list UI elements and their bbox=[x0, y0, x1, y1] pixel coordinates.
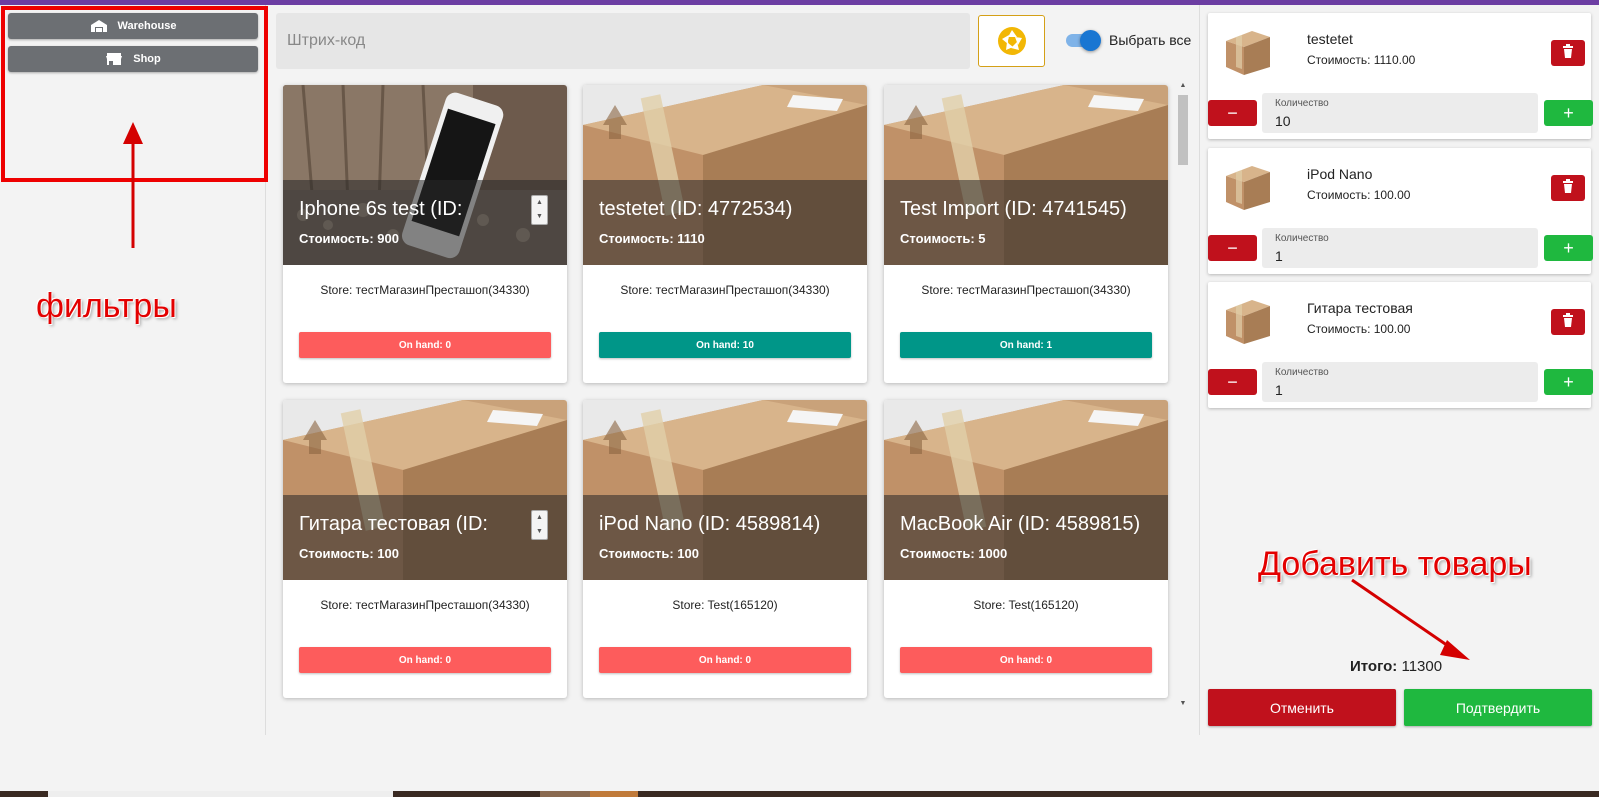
on-hand-badge: On hand: 0 bbox=[599, 647, 851, 673]
on-hand-badge: On hand: 1 bbox=[900, 332, 1152, 358]
decrease-quantity-button[interactable]: − bbox=[1208, 100, 1257, 126]
cart-item: iPod Nano Стоимость: 100.00 − Количество… bbox=[1208, 148, 1593, 274]
trash-icon bbox=[1561, 312, 1575, 332]
product-title: iPod Nano (ID: 4589814) bbox=[599, 513, 821, 535]
product-store: Store: Test(165120) bbox=[973, 598, 1079, 612]
shop-filter-button[interactable]: Shop bbox=[8, 46, 258, 72]
title-scroll-stepper[interactable]: ▲ ▼ bbox=[531, 195, 548, 225]
product-price: Стоимость: 100 bbox=[599, 546, 699, 561]
product-store: Store: тестМагазинПресташоп(34330) bbox=[620, 283, 830, 297]
increase-quantity-button[interactable]: + bbox=[1544, 369, 1593, 395]
quantity-value[interactable]: 1 bbox=[1275, 248, 1283, 264]
total-label: Итого: bbox=[1350, 658, 1398, 675]
delete-item-button[interactable] bbox=[1551, 40, 1585, 66]
product-card[interactable]: testetet (ID: 4772534) Стоимость: 1110 S… bbox=[583, 85, 867, 383]
cart-item: testetet Стоимость: 1110.00 − Количество… bbox=[1208, 13, 1593, 139]
select-all-toggle[interactable] bbox=[1066, 30, 1101, 51]
product-store: Store: Test(165120) bbox=[672, 598, 778, 612]
quantity-field[interactable]: Количество 1 bbox=[1262, 228, 1538, 268]
delete-item-button[interactable] bbox=[1551, 175, 1585, 201]
product-title: MacBook Air (ID: 4589815) bbox=[900, 513, 1141, 535]
product-card[interactable]: Гитара тестовая (ID: Стоимость: 100 ▲ ▼ S… bbox=[283, 400, 567, 698]
product-card[interactable]: Iphone 6s test (ID: Стоимость: 900 ▲ ▼ St… bbox=[283, 85, 567, 383]
store-icon bbox=[106, 53, 123, 65]
product-store: Store: тестМагазинПресташоп(34330) bbox=[320, 283, 530, 297]
product-price: Стоимость: 1110 bbox=[599, 231, 705, 246]
product-price: Стоимость: 100 bbox=[299, 546, 399, 561]
product-store: Store: тестМагазинПресташоп(34330) bbox=[921, 283, 1131, 297]
shop-filter-label: Shop bbox=[133, 53, 161, 65]
cart-total: Итого: 11300 bbox=[1350, 658, 1442, 675]
warehouse-icon bbox=[90, 20, 107, 32]
product-grid: Iphone 6s test (ID: Стоимость: 900 ▲ ▼ St… bbox=[283, 85, 1173, 705]
trash-icon bbox=[1561, 178, 1575, 198]
quantity-value[interactable]: 1 bbox=[1275, 382, 1283, 398]
product-title: Test Import (ID: 4741545) bbox=[900, 198, 1127, 220]
cart-item-name: testetet bbox=[1307, 31, 1353, 47]
cart-item-price: Стоимость: 100.00 bbox=[1307, 322, 1411, 336]
quantity-label: Количество bbox=[1275, 233, 1329, 244]
barcode-search-field[interactable] bbox=[276, 13, 970, 69]
quantity-field[interactable]: Количество 1 bbox=[1262, 362, 1538, 402]
increase-quantity-button[interactable]: + bbox=[1544, 235, 1593, 261]
trash-icon bbox=[1561, 43, 1575, 63]
confirm-button[interactable]: Подтвердить bbox=[1404, 689, 1592, 726]
decrease-quantity-button[interactable]: − bbox=[1208, 369, 1257, 395]
increase-quantity-button[interactable]: + bbox=[1544, 100, 1593, 126]
camera-aperture-icon bbox=[997, 27, 1026, 55]
product-title: Гитара тестовая (ID: bbox=[299, 513, 488, 535]
cart-item-name: Гитара тестовая bbox=[1307, 300, 1413, 316]
add-products-annotation: Добавить товары bbox=[1258, 545, 1532, 583]
scrollbar-thumb[interactable] bbox=[1178, 95, 1188, 165]
quantity-value[interactable]: 10 bbox=[1275, 113, 1291, 129]
taskbar-strip bbox=[0, 791, 1599, 797]
product-title: Iphone 6s test (ID: bbox=[299, 198, 463, 220]
select-all-label: Выбрать все bbox=[1109, 32, 1192, 48]
delete-item-button[interactable] bbox=[1551, 309, 1585, 335]
filters-annotation: фильтры bbox=[36, 287, 177, 325]
title-scroll-stepper[interactable]: ▲ ▼ bbox=[531, 510, 548, 540]
product-card[interactable]: Test Import (ID: 4741545) Стоимость: 5 S… bbox=[884, 85, 1168, 383]
cart-item-price: Стоимость: 1110.00 bbox=[1307, 53, 1416, 67]
product-price: Стоимость: 5 bbox=[900, 231, 986, 246]
cancel-button[interactable]: Отменить bbox=[1208, 689, 1396, 726]
quantity-field[interactable]: Количество 10 bbox=[1262, 93, 1538, 133]
barcode-input[interactable] bbox=[287, 32, 970, 50]
warehouse-filter-label: Warehouse bbox=[117, 20, 177, 32]
on-hand-badge: On hand: 10 bbox=[599, 332, 851, 358]
cart-item-price: Стоимость: 100.00 bbox=[1307, 188, 1411, 202]
decrease-quantity-button[interactable]: − bbox=[1208, 235, 1257, 261]
filter-panel: Warehouse Shop bbox=[0, 5, 266, 735]
product-card[interactable]: iPod Nano (ID: 4589814) Стоимость: 100 S… bbox=[583, 400, 867, 698]
product-card[interactable]: MacBook Air (ID: 4589815) Стоимость: 100… bbox=[884, 400, 1168, 698]
barcode-scan-button[interactable] bbox=[978, 15, 1045, 67]
product-grid-scrollbar[interactable]: ▲ ▼ bbox=[1177, 82, 1189, 707]
cart-item-name: iPod Nano bbox=[1307, 166, 1373, 182]
product-store: Store: тестМагазинПресташоп(34330) bbox=[320, 598, 530, 612]
total-value: 11300 bbox=[1401, 658, 1443, 675]
product-price: Стоимость: 1000 bbox=[900, 546, 1008, 561]
product-price: Стоимость: 900 bbox=[299, 231, 399, 246]
on-hand-badge: On hand: 0 bbox=[900, 647, 1152, 673]
cart-item: Гитара тестовая Стоимость: 100.00 − Коли… bbox=[1208, 282, 1593, 408]
quantity-label: Количество bbox=[1275, 98, 1329, 109]
scroll-down-arrow[interactable]: ▼ bbox=[1178, 700, 1188, 707]
scroll-up-arrow[interactable]: ▲ bbox=[1178, 82, 1188, 89]
on-hand-badge: On hand: 0 bbox=[299, 647, 551, 673]
on-hand-badge: On hand: 0 bbox=[299, 332, 551, 358]
product-thumbnail bbox=[1222, 27, 1274, 77]
product-thumbnail bbox=[1222, 162, 1274, 212]
warehouse-filter-button[interactable]: Warehouse bbox=[8, 13, 258, 39]
quantity-label: Количество bbox=[1275, 367, 1329, 378]
product-thumbnail bbox=[1222, 296, 1274, 346]
product-title: testetet (ID: 4772534) bbox=[599, 198, 793, 220]
